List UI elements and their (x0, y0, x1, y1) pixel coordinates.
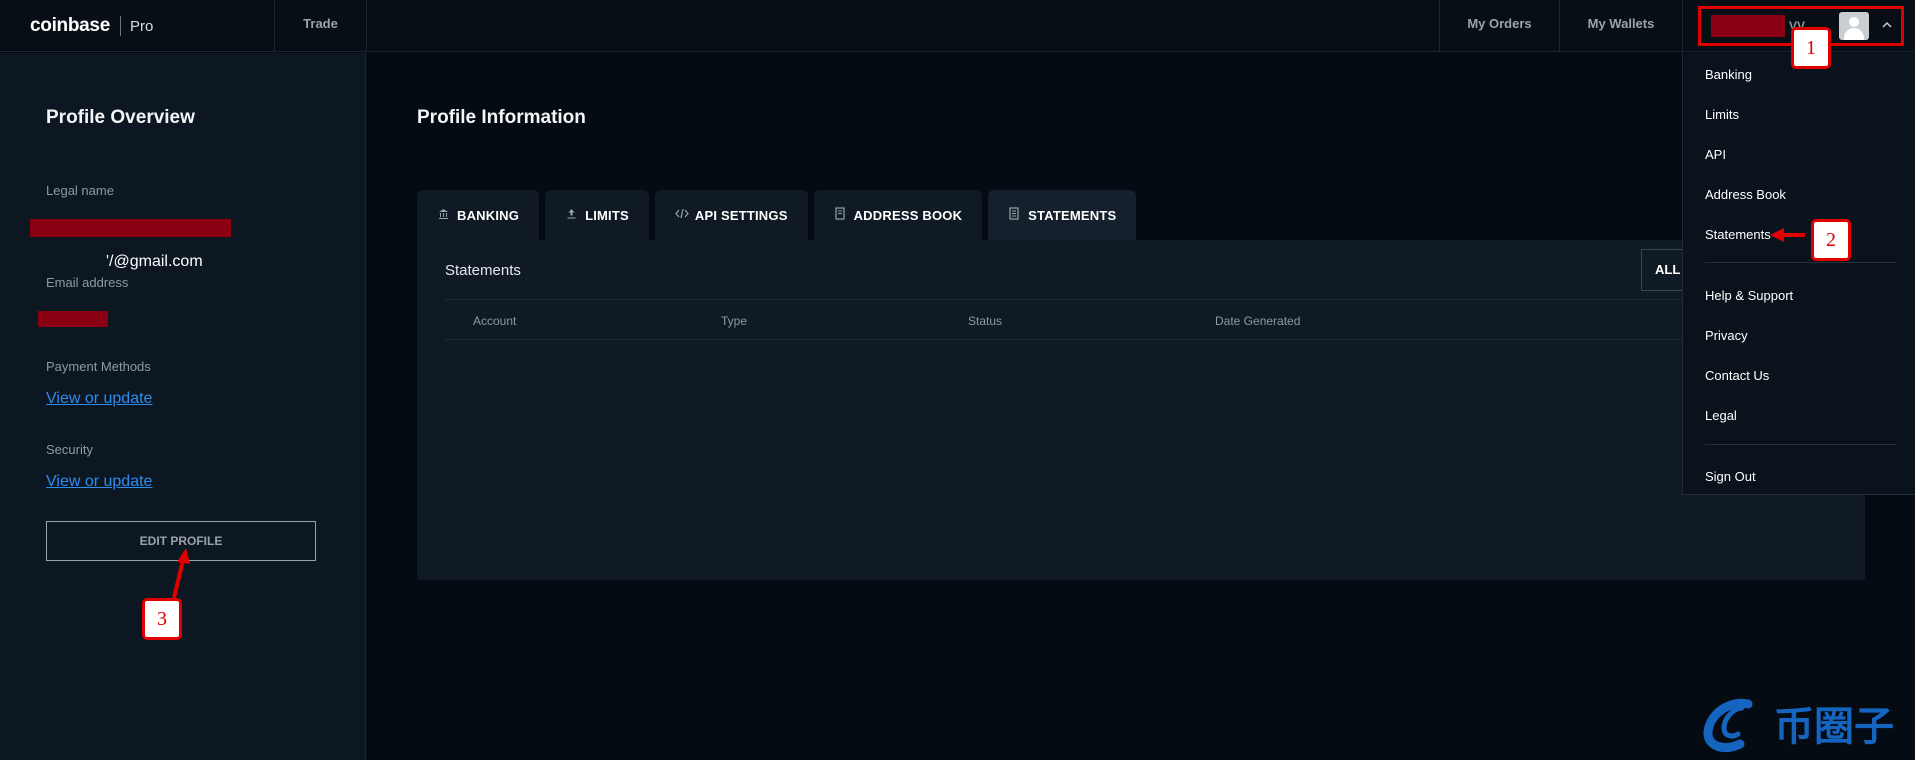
logo-text: coinbase (30, 15, 110, 36)
column-header-type[interactable]: Type (721, 314, 747, 328)
menu-item-sign-out[interactable]: Sign Out (1705, 469, 1756, 484)
email-label: Email address (46, 275, 129, 290)
nav-divider (1682, 0, 1683, 52)
tab-label: STATEMENTS (1028, 207, 1117, 223)
tab-address-book[interactable]: ADDRESS BOOK (813, 190, 983, 240)
security-link[interactable]: View or update (46, 473, 152, 491)
logo-separator (119, 16, 121, 36)
tab-label: BANKING (457, 207, 520, 223)
menu-item-banking[interactable]: Banking (1705, 67, 1752, 82)
watermark-c-icon: 币圈子 (1703, 698, 1894, 752)
card-divider (445, 339, 1845, 340)
menu-item-address-book[interactable]: Address Book (1705, 187, 1786, 202)
tab-banking[interactable]: BANKING (417, 190, 540, 240)
coinbase-pro-logo[interactable]: coinbase Pro (30, 12, 153, 40)
profile-information-title: Profile Information (417, 107, 586, 128)
annotation-badge-1: 1 (1791, 27, 1831, 69)
statements-card: Statements ALL Account Type Status Date … (417, 240, 1865, 580)
redacted-email (38, 311, 108, 327)
menu-item-privacy[interactable]: Privacy (1705, 328, 1748, 343)
tab-statements[interactable]: STATEMENTS (988, 190, 1137, 240)
redacted-username (1711, 15, 1785, 37)
statements-title: Statements (445, 262, 521, 279)
nav-trade[interactable]: Trade (275, 0, 366, 52)
tab-label: LIMITS (585, 207, 629, 223)
upload-icon (565, 208, 577, 222)
menu-item-api[interactable]: API (1705, 147, 1726, 162)
bank-icon (437, 208, 449, 222)
column-header-date-generated[interactable]: Date Generated (1215, 314, 1300, 328)
user-dropdown-menu: Banking Limits API Address Book Statemen… (1682, 53, 1915, 495)
card-divider (445, 299, 1845, 300)
address-book-icon (834, 207, 846, 223)
profile-tabs: BANKING LIMITS API SETTINGS ADDRESS BOOK… (417, 190, 1142, 240)
tab-limits[interactable]: LIMITS (545, 190, 649, 240)
nav-my-wallets[interactable]: My Wallets (1560, 0, 1682, 52)
top-bar: coinbase Pro Trade My Orders My Wallets … (0, 0, 1915, 52)
menu-item-limits[interactable]: Limits (1705, 107, 1739, 122)
menu-item-contact-us[interactable]: Contact Us (1705, 368, 1769, 383)
menu-divider (1705, 444, 1896, 445)
tab-label: ADDRESS BOOK (853, 207, 963, 223)
menu-item-help-support[interactable]: Help & Support (1705, 288, 1793, 303)
profile-overview-panel: Profile Overview Legal name Email addres… (0, 53, 366, 760)
menu-item-legal[interactable]: Legal (1705, 408, 1737, 423)
annotation-badge-2: 2 (1811, 219, 1851, 261)
menu-item-statements[interactable]: Statements (1705, 227, 1771, 242)
chevron-up-icon[interactable] (1879, 17, 1895, 33)
redacted-legal-name (30, 219, 231, 237)
code-icon (675, 208, 689, 222)
avatar-icon[interactable] (1839, 12, 1869, 40)
email-value: '/@gmail.com (106, 253, 203, 270)
legal-name-label: Legal name (46, 183, 114, 198)
logo-pro-text: Pro (129, 17, 154, 35)
column-header-account[interactable]: Account (473, 314, 516, 328)
profile-overview-title: Profile Overview (46, 107, 195, 128)
nav-my-orders[interactable]: My Orders (1440, 0, 1559, 52)
column-header-status[interactable]: Status (968, 314, 1002, 328)
watermark-logo: 币圈子 (1702, 694, 1902, 756)
annotation-badge-3: 3 (142, 598, 182, 640)
tab-label: API SETTINGS (694, 207, 788, 223)
edit-profile-button[interactable]: EDIT PROFILE (46, 521, 316, 561)
payment-methods-label: Payment Methods (46, 359, 151, 374)
document-icon (1008, 207, 1020, 223)
payment-methods-link[interactable]: View or update (46, 390, 152, 408)
nav-divider (366, 0, 367, 52)
tab-api-settings[interactable]: API SETTINGS (654, 190, 808, 240)
watermark-text: 币圈子 (1774, 704, 1894, 750)
security-label: Security (46, 442, 93, 457)
menu-divider (1705, 262, 1896, 263)
